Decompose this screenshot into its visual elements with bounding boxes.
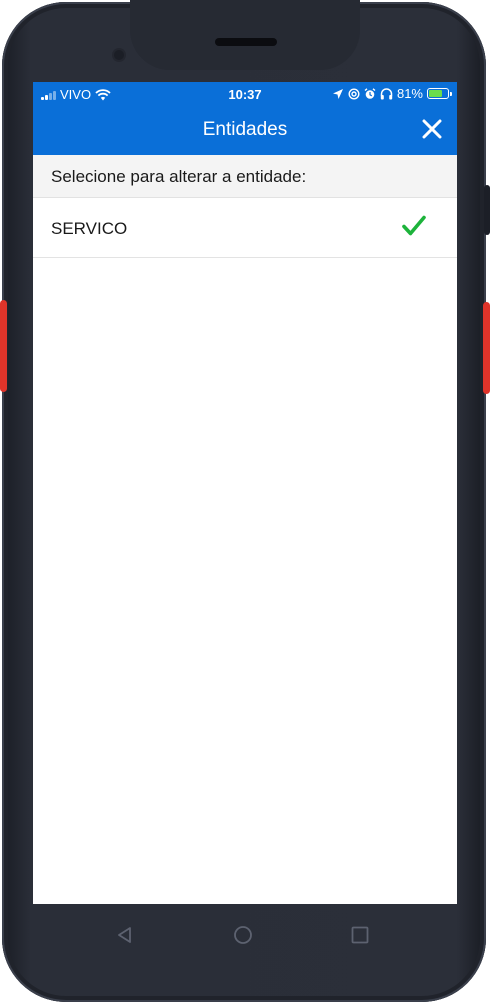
entity-label: SERVICO: [51, 219, 128, 238]
power-button[interactable]: [484, 185, 490, 235]
status-bar-right: 81%: [332, 86, 452, 101]
location-icon: [332, 88, 343, 99]
back-icon[interactable]: [114, 924, 136, 946]
status-bar: VIVO 10:37 81%: [33, 82, 457, 106]
alarm-icon: [364, 87, 376, 99]
left-side-button[interactable]: [0, 300, 7, 392]
front-camera: [114, 50, 124, 60]
close-icon[interactable]: [421, 118, 443, 140]
page-title: Entidades: [202, 119, 288, 140]
checkmark-icon: [402, 215, 426, 236]
device-top-bezel: [130, 0, 360, 70]
list-item-entity[interactable]: SERVICO: [33, 198, 457, 258]
navigation-header: Entidades: [33, 106, 457, 155]
at-icon: [348, 87, 360, 100]
recents-icon[interactable]: [349, 924, 371, 946]
battery-percent: 81%: [396, 86, 423, 101]
section-header: Selecione para alterar a entidade:: [33, 155, 457, 198]
system-navigation-bar: [33, 904, 457, 966]
right-side-button[interactable]: [483, 302, 490, 394]
headphones-icon: [380, 87, 393, 99]
section-prompt: Selecione para alterar a entidade:: [51, 167, 307, 186]
battery-icon: [427, 88, 452, 99]
battery-level-fill: [429, 90, 442, 97]
device-frame: VIVO 10:37 81% Entidades Selecione para …: [0, 0, 490, 1006]
app-screen: VIVO 10:37 81% Entidades Selecione para …: [33, 82, 457, 904]
home-icon[interactable]: [232, 924, 254, 946]
earpiece-speaker: [215, 38, 277, 46]
